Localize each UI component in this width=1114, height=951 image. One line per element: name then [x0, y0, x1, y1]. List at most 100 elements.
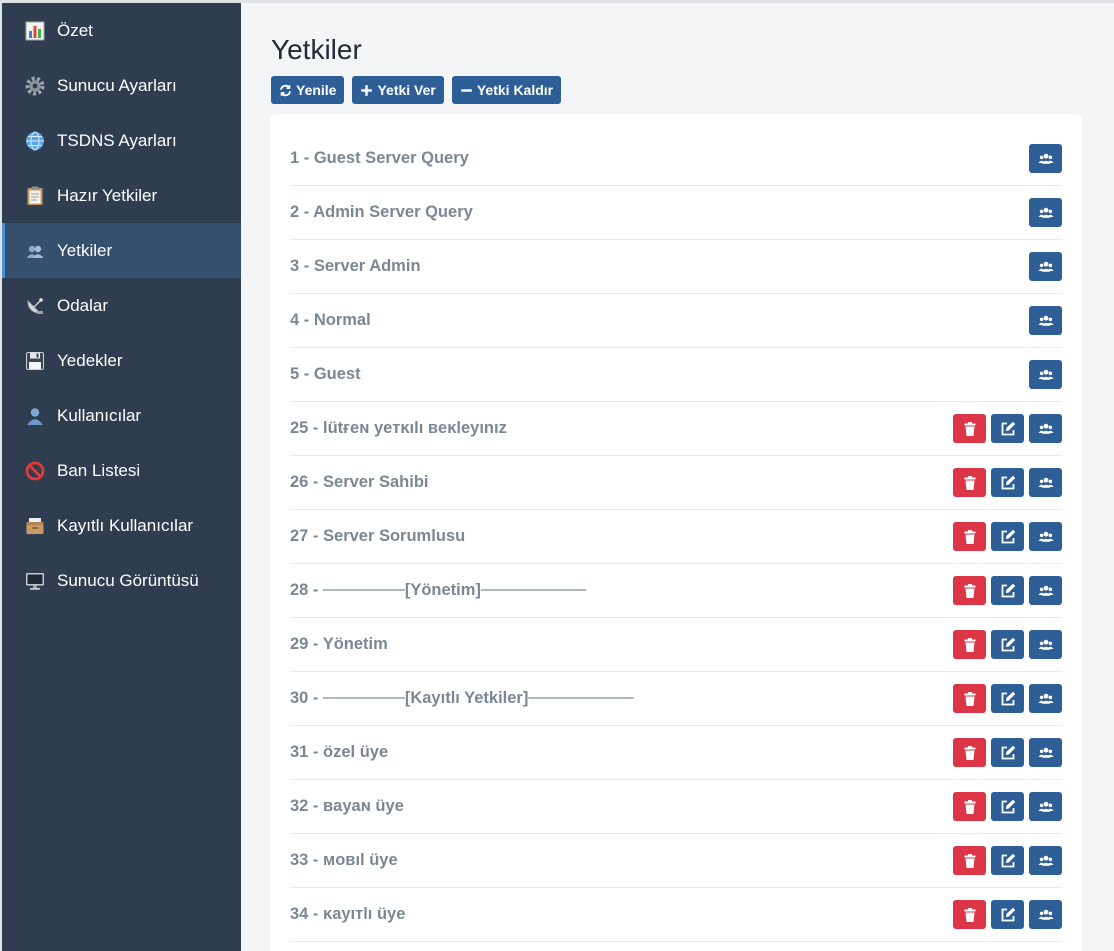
table-row: 27 - Server Sorumlusu — [290, 510, 1062, 564]
monitor-icon — [24, 570, 46, 592]
sidebar-item-ozet[interactable]: Özet — [2, 3, 241, 58]
row-actions — [953, 684, 1062, 713]
delete-group-button[interactable] — [953, 630, 986, 659]
trash-icon — [962, 583, 978, 599]
refresh-button[interactable]: Yenile — [271, 76, 345, 104]
edit-group-button[interactable] — [991, 738, 1024, 767]
floppy-disk-icon — [24, 350, 46, 372]
sidebar-item-kayitli-kullanicilar[interactable]: Kayıtlı Kullanıcılar — [2, 498, 241, 553]
group-name: 30 - ───────[Kayıtlı Yetkiler]───────── — [290, 689, 634, 707]
sidebar-item-yedekler[interactable]: Yedekler — [2, 333, 241, 388]
users-group-icon — [1037, 853, 1054, 869]
users-group-icon — [1037, 421, 1054, 437]
table-row: 26 - Server Sahibi — [290, 456, 1062, 510]
group-members-button[interactable] — [1029, 414, 1062, 443]
trash-icon — [962, 475, 978, 491]
sidebar-item-sunucu-ayarlari[interactable]: Sunucu Ayarları — [2, 58, 241, 113]
grant-permission-button-label: Yetki Ver — [377, 82, 436, 98]
trash-icon — [962, 853, 978, 869]
permission-group-list: 1 - Guest Server Query 2 - Admin Server Q… — [270, 114, 1082, 951]
users-group-icon — [1037, 367, 1054, 383]
sidebar-item-sunucu-goruntusu[interactable]: Sunucu Görüntüsü — [2, 553, 241, 608]
row-actions — [1029, 252, 1062, 281]
group-members-button[interactable] — [1029, 306, 1062, 335]
edit-group-button[interactable] — [991, 792, 1024, 821]
table-row: 30 - ───────[Kayıtlı Yetkiler]───────── — [290, 672, 1062, 726]
edit-icon — [1000, 529, 1016, 545]
trash-icon — [962, 745, 978, 761]
users-group-icon — [1037, 907, 1054, 923]
delete-group-button[interactable] — [953, 738, 986, 767]
group-name: 31 - özel üye — [290, 743, 389, 761]
sidebar-item-tsdns-ayarlari[interactable]: TSDNS Ayarları — [2, 113, 241, 168]
delete-group-button[interactable] — [953, 846, 986, 875]
group-members-button[interactable] — [1029, 792, 1062, 821]
delete-group-button[interactable] — [953, 900, 986, 929]
edit-group-button[interactable] — [991, 846, 1024, 875]
sidebar-item-label: Ban Listesi — [57, 460, 141, 480]
group-members-button[interactable] — [1029, 360, 1062, 389]
delete-group-button[interactable] — [953, 468, 986, 497]
trash-icon — [962, 907, 978, 923]
grant-permission-button[interactable]: Yetki Ver — [352, 76, 444, 104]
page-title: Yetkiler — [271, 34, 362, 65]
group-members-button[interactable] — [1029, 846, 1062, 875]
sidebar-item-ban-listesi[interactable]: Ban Listesi — [2, 443, 241, 498]
edit-icon — [1000, 745, 1016, 761]
group-members-button[interactable] — [1029, 630, 1062, 659]
sidebar-item-label: Odalar — [57, 295, 109, 315]
group-members-button[interactable] — [1029, 144, 1062, 173]
sidebar-item-yetkiler[interactable]: Yetkiler — [2, 223, 241, 278]
group-members-button[interactable] — [1029, 468, 1062, 497]
edit-group-button[interactable] — [991, 684, 1024, 713]
sidebar-item-odalar[interactable]: Odalar — [2, 278, 241, 333]
sidebar-item-hazir-yetkiler[interactable]: Hazır Yetkiler — [2, 168, 241, 223]
sidebar-item-label: Sunucu Ayarları — [57, 75, 177, 95]
delete-group-button[interactable] — [953, 684, 986, 713]
sidebar-item-label: Özet — [57, 20, 93, 40]
edit-group-button[interactable] — [991, 900, 1024, 929]
edit-group-button[interactable] — [991, 630, 1024, 659]
group-members-button[interactable] — [1029, 900, 1062, 929]
delete-group-button[interactable] — [953, 414, 986, 443]
refresh-icon — [280, 84, 291, 96]
edit-group-button[interactable] — [991, 468, 1024, 497]
row-actions — [953, 738, 1062, 767]
sidebar-item-label: Kullanıcılar — [57, 405, 142, 425]
row-actions — [953, 576, 1062, 605]
clipboard-icon — [24, 185, 46, 207]
group-members-button[interactable] — [1029, 576, 1062, 605]
delete-group-button[interactable] — [953, 792, 986, 821]
plus-icon — [361, 84, 373, 96]
group-members-button[interactable] — [1029, 684, 1062, 713]
group-name: 32 - вayaɴ üye — [290, 797, 404, 815]
users-group-icon — [1037, 799, 1054, 815]
sidebar-item-label: TSDNS Ayarları — [57, 130, 177, 150]
edit-group-button[interactable] — [991, 414, 1024, 443]
table-row: 29 - Yönetim — [290, 618, 1062, 672]
edit-group-button[interactable] — [991, 576, 1024, 605]
group-members-button[interactable] — [1029, 522, 1062, 551]
table-row: 1 - Guest Server Query — [290, 132, 1062, 186]
delete-group-button[interactable] — [953, 576, 986, 605]
table-row: 28 - ───────[Yönetim]───────── — [290, 564, 1062, 618]
group-members-button[interactable] — [1029, 252, 1062, 281]
edit-icon — [1000, 475, 1016, 491]
edit-icon — [1000, 907, 1016, 923]
users-group-icon — [1037, 313, 1054, 329]
edit-group-button[interactable] — [991, 522, 1024, 551]
edit-icon — [1000, 799, 1016, 815]
row-actions — [1029, 144, 1062, 173]
users-group-icon — [1037, 745, 1054, 761]
minus-icon — [461, 88, 472, 92]
delete-group-button[interactable] — [953, 522, 986, 551]
sidebar-item-label: Kayıtlı Kullanıcılar — [57, 515, 194, 535]
sidebar-item-kullanicilar[interactable]: Kullanıcılar — [2, 388, 241, 443]
group-name: 29 - Yönetim — [290, 635, 388, 653]
gear-icon — [24, 75, 46, 97]
group-name: 2 - Admin Server Query — [290, 203, 473, 221]
users-group-icon — [1037, 475, 1054, 491]
group-members-button[interactable] — [1029, 738, 1062, 767]
group-members-button[interactable] — [1029, 198, 1062, 227]
revoke-permission-button[interactable]: Yetki Kaldır — [451, 76, 562, 104]
